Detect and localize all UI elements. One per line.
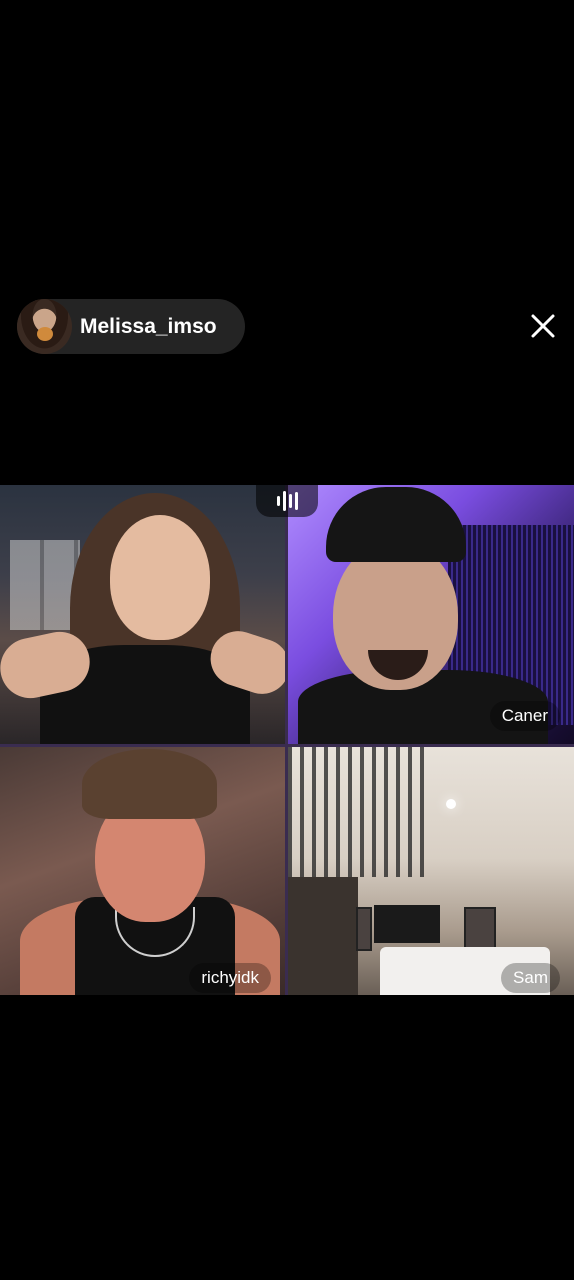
host-profile-pill[interactable]: Melissa_imso bbox=[17, 299, 245, 354]
tv-shape bbox=[374, 905, 440, 943]
audio-bars-icon bbox=[276, 496, 280, 506]
host-avatar[interactable] bbox=[17, 299, 72, 354]
participant-name-tag[interactable]: Sam bbox=[501, 963, 560, 993]
stairs-shape bbox=[288, 877, 358, 995]
video-tile-caner[interactable]: Caner bbox=[288, 485, 574, 744]
participant-name-tag[interactable]: richyidk bbox=[189, 963, 271, 993]
cap-shape bbox=[326, 487, 466, 562]
video-tile-sam[interactable]: Sam bbox=[288, 747, 574, 995]
avatar-detail bbox=[37, 327, 53, 341]
host-username[interactable]: Melissa_imso bbox=[80, 315, 217, 339]
audio-bars-icon bbox=[288, 494, 292, 508]
face-shape bbox=[110, 515, 210, 640]
audio-bars-icon bbox=[282, 491, 286, 511]
hair-shape bbox=[82, 749, 217, 819]
wall-frame bbox=[464, 907, 496, 951]
loft-railing bbox=[288, 747, 428, 877]
audio-bars-button[interactable] bbox=[256, 485, 318, 517]
audio-bars-icon bbox=[294, 492, 298, 510]
participant-name-tag[interactable]: Caner bbox=[489, 701, 560, 731]
wall-frame bbox=[356, 907, 372, 951]
video-tile-host[interactable] bbox=[0, 485, 285, 744]
close-icon bbox=[531, 314, 555, 338]
close-button[interactable] bbox=[528, 311, 558, 341]
ceiling-lamp bbox=[446, 799, 456, 809]
multi-guest-video-grid: Caner richyidk Sam bbox=[0, 485, 574, 995]
video-tile-richyidk[interactable]: richyidk bbox=[0, 747, 285, 995]
